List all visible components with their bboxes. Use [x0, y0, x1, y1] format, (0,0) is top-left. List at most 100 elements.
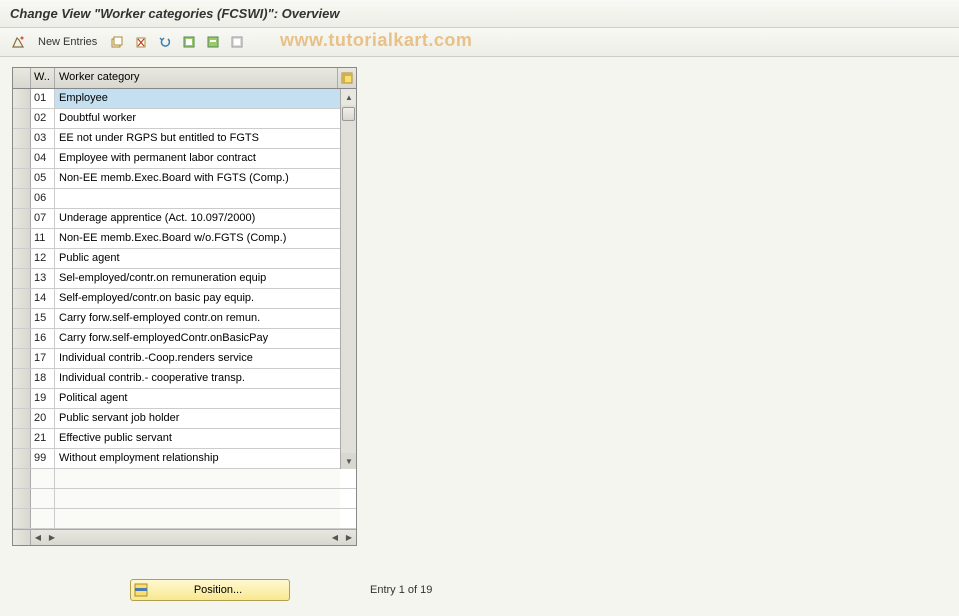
select-all-icon[interactable]: [179, 32, 199, 52]
row-selector[interactable]: [13, 449, 31, 468]
cell-category[interactable]: [55, 429, 340, 448]
cell-category[interactable]: [55, 129, 340, 148]
row-selector[interactable]: [13, 169, 31, 188]
category-input[interactable]: [59, 432, 336, 444]
row-selector[interactable]: [13, 329, 31, 348]
undo-icon[interactable]: [155, 32, 175, 52]
row-selector[interactable]: [13, 89, 31, 108]
category-input[interactable]: [59, 192, 336, 204]
cell-category[interactable]: [55, 369, 340, 388]
cell-code[interactable]: 05: [31, 169, 55, 188]
cell-category[interactable]: [55, 169, 340, 188]
cell-category[interactable]: [55, 349, 340, 368]
scroll-thumb[interactable]: [342, 107, 355, 121]
row-selector[interactable]: [13, 389, 31, 408]
scroll-left-icon[interactable]: ▶: [45, 531, 59, 545]
col-header-code[interactable]: W..: [31, 68, 55, 88]
cell-category[interactable]: [55, 249, 340, 268]
cell-category[interactable]: [55, 329, 340, 348]
cell-code[interactable]: 14: [31, 289, 55, 308]
row-selector[interactable]: [13, 229, 31, 248]
cell-code[interactable]: 17: [31, 349, 55, 368]
toggle-icon[interactable]: [8, 32, 28, 52]
row-selector[interactable]: [13, 109, 31, 128]
table-config-icon[interactable]: [338, 68, 356, 88]
row-selector[interactable]: [13, 149, 31, 168]
scroll-up-icon[interactable]: ▲: [341, 89, 357, 105]
scroll-left-first-icon[interactable]: ◀: [31, 531, 45, 545]
select-block-icon[interactable]: [203, 32, 223, 52]
row-selector[interactable]: [13, 489, 31, 508]
row-selector[interactable]: [13, 349, 31, 368]
row-selector[interactable]: [13, 409, 31, 428]
cell-category[interactable]: [55, 389, 340, 408]
category-input[interactable]: [59, 212, 336, 224]
cell-category[interactable]: [55, 269, 340, 288]
cell-code[interactable]: 11: [31, 229, 55, 248]
cell-category[interactable]: [55, 189, 340, 208]
cell-code[interactable]: 20: [31, 409, 55, 428]
copy-icon[interactable]: [107, 32, 127, 52]
row-selector[interactable]: [13, 289, 31, 308]
scroll-right-icon[interactable]: ◀: [328, 531, 342, 545]
horizontal-scrollbar[interactable]: ◀ ▶ ◀ ▶: [13, 529, 356, 545]
category-input[interactable]: [59, 392, 336, 404]
row-selector[interactable]: [13, 129, 31, 148]
row-selector[interactable]: [13, 469, 31, 488]
row-selector[interactable]: [13, 369, 31, 388]
category-input[interactable]: [59, 352, 336, 364]
cell-category[interactable]: [55, 449, 340, 468]
cell-code[interactable]: 01: [31, 89, 55, 108]
category-input[interactable]: [59, 132, 336, 144]
cell-code[interactable]: 19: [31, 389, 55, 408]
category-input[interactable]: [59, 112, 336, 124]
cell-code[interactable]: 16: [31, 329, 55, 348]
position-button[interactable]: Position...: [130, 579, 290, 601]
category-input[interactable]: [59, 452, 336, 464]
scroll-track[interactable]: [341, 105, 356, 453]
scroll-right-last-icon[interactable]: ▶: [342, 531, 356, 545]
category-input[interactable]: [59, 272, 336, 284]
vertical-scrollbar[interactable]: ▲ ▼: [340, 89, 356, 469]
category-input[interactable]: [59, 92, 336, 104]
cell-code[interactable]: 21: [31, 429, 55, 448]
row-selector[interactable]: [13, 309, 31, 328]
deselect-all-icon[interactable]: [227, 32, 247, 52]
cell-category[interactable]: [55, 229, 340, 248]
cell-category[interactable]: [55, 209, 340, 228]
row-selector[interactable]: [13, 509, 31, 528]
category-input[interactable]: [59, 312, 336, 324]
row-selector[interactable]: [13, 269, 31, 288]
category-input[interactable]: [59, 332, 336, 344]
scroll-down-icon[interactable]: ▼: [341, 453, 357, 469]
category-input[interactable]: [59, 152, 336, 164]
cell-code[interactable]: 04: [31, 149, 55, 168]
category-input[interactable]: [59, 372, 336, 384]
cell-code[interactable]: 12: [31, 249, 55, 268]
col-header-select[interactable]: [13, 68, 31, 88]
cell-category[interactable]: [55, 289, 340, 308]
col-header-category[interactable]: Worker category: [55, 68, 338, 88]
new-entries-button[interactable]: New Entries: [32, 34, 103, 50]
cell-code[interactable]: 18: [31, 369, 55, 388]
cell-code[interactable]: 99: [31, 449, 55, 468]
row-selector[interactable]: [13, 249, 31, 268]
category-input[interactable]: [59, 172, 336, 184]
cell-category[interactable]: [55, 149, 340, 168]
row-selector[interactable]: [13, 189, 31, 208]
cell-code[interactable]: 15: [31, 309, 55, 328]
cell-code[interactable]: 03: [31, 129, 55, 148]
cell-category[interactable]: [55, 89, 340, 108]
cell-category[interactable]: [55, 109, 340, 128]
category-input[interactable]: [59, 412, 336, 424]
cell-code[interactable]: 07: [31, 209, 55, 228]
row-selector[interactable]: [13, 209, 31, 228]
delete-icon[interactable]: [131, 32, 151, 52]
cell-code[interactable]: 13: [31, 269, 55, 288]
category-input[interactable]: [59, 292, 336, 304]
cell-code[interactable]: 06: [31, 189, 55, 208]
cell-category[interactable]: [55, 409, 340, 428]
category-input[interactable]: [59, 252, 336, 264]
cell-code[interactable]: 02: [31, 109, 55, 128]
category-input[interactable]: [59, 232, 336, 244]
